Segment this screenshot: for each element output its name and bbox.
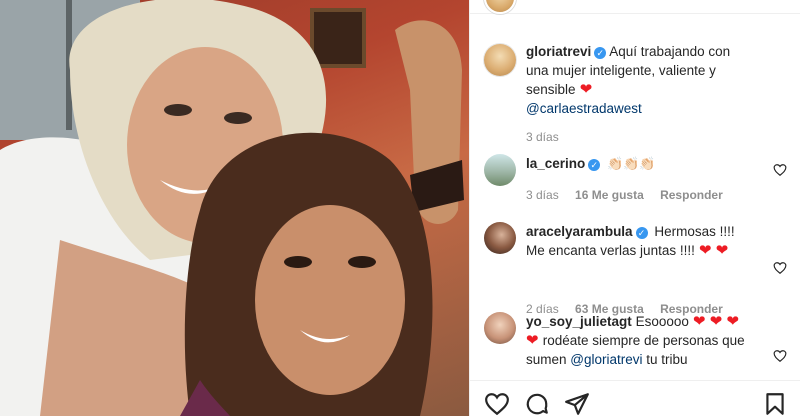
verified-badge-icon: ✓ bbox=[594, 47, 607, 59]
commenter-avatar[interactable] bbox=[484, 222, 516, 254]
commenter-avatar[interactable] bbox=[484, 154, 516, 186]
comment-username[interactable]: la_cerino bbox=[526, 156, 585, 171]
comment-body: Esooooo bbox=[635, 314, 689, 329]
author-avatar-top[interactable] bbox=[484, 0, 516, 14]
comment-username[interactable]: aracelyarambula bbox=[526, 224, 633, 239]
comment-time[interactable]: 3 días bbox=[526, 188, 559, 202]
action-bar bbox=[470, 380, 800, 416]
caption-text: gloriatrevi ✓ Aquí trabajando con una muje… bbox=[526, 42, 756, 118]
caption-time: 3 días bbox=[526, 130, 559, 144]
post-header bbox=[470, 0, 800, 14]
caption-username[interactable]: gloriatrevi bbox=[526, 44, 591, 59]
heart-icon[interactable] bbox=[773, 349, 787, 363]
comment-text: aracelyarambula ✓ Hermosas !!!! Me encant… bbox=[526, 222, 756, 260]
bookmark-icon[interactable] bbox=[762, 391, 788, 416]
comment-text: la_cerino ✓ 👏🏻👏🏻👏🏻 bbox=[526, 154, 756, 173]
reply-button[interactable]: Responder bbox=[660, 188, 723, 202]
photo-illustration bbox=[0, 0, 464, 416]
comment-meta: 3 días 16 Me gusta Responder bbox=[526, 188, 736, 202]
heart-icon[interactable] bbox=[484, 391, 510, 416]
verified-badge-icon: ✓ bbox=[635, 227, 648, 239]
comment-body-end: tu tribu bbox=[646, 352, 688, 367]
post-photo[interactable] bbox=[0, 0, 469, 416]
heart-icon[interactable] bbox=[773, 163, 787, 177]
comment-text: yo_soy_julietagt Esooooo ❤ ❤ ❤ ❤ rodéate… bbox=[526, 312, 756, 369]
heart-icon[interactable] bbox=[773, 261, 787, 275]
comment-username[interactable]: yo_soy_julietagt bbox=[526, 314, 632, 329]
comment-mention[interactable]: @gloriatrevi bbox=[570, 352, 642, 367]
heart-emoji: ❤ ❤ ❤ bbox=[688, 313, 740, 330]
verified-badge-icon: ✓ bbox=[588, 159, 601, 171]
heart-emoji: ❤ ❤ bbox=[694, 242, 729, 259]
commenter-avatar[interactable] bbox=[484, 312, 516, 344]
comment-icon[interactable] bbox=[524, 391, 550, 416]
comment-likes[interactable]: 16 Me gusta bbox=[575, 188, 644, 202]
face-right bbox=[255, 205, 405, 395]
caption-mention[interactable]: @carlaestradawest bbox=[526, 101, 642, 116]
heart-emoji: ❤ bbox=[575, 81, 593, 98]
heart-emoji: ❤ bbox=[526, 332, 543, 349]
comment-body: 👏🏻👏🏻👏🏻 bbox=[607, 156, 656, 171]
paper-plane-icon[interactable] bbox=[564, 391, 590, 416]
comments-panel: gloriatrevi ✓ Aquí trabajando con una muje… bbox=[469, 0, 800, 416]
author-avatar[interactable] bbox=[484, 44, 516, 76]
